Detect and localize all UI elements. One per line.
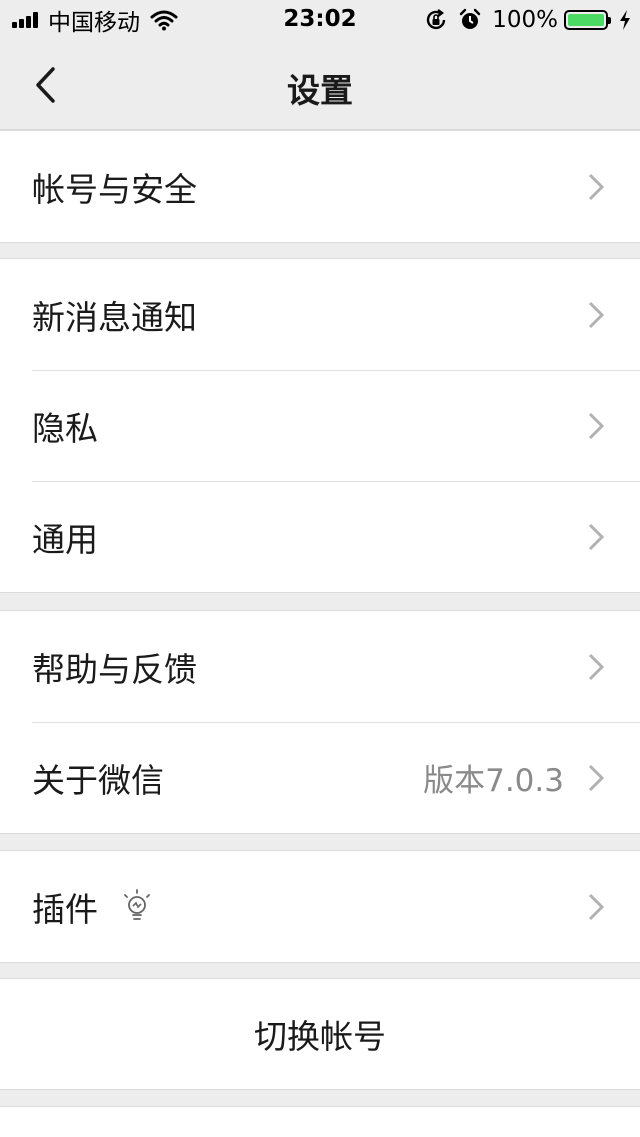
settings-item-label: 插件: [32, 889, 98, 929]
settings-item-privacy[interactable]: 隐私: [0, 370, 640, 481]
status-bar: 中国移动 23:02 100%: [0, 0, 640, 40]
status-right: 100%: [424, 6, 632, 34]
battery-percentage: 100%: [492, 7, 558, 33]
account-group: 帐号与安全: [0, 130, 640, 243]
page-title: 设置: [287, 71, 353, 110]
help-about-group: 帮助与反馈 关于微信 版本7.0.3: [0, 610, 640, 834]
charging-icon: [620, 10, 630, 30]
chevron-right-icon: [588, 653, 605, 681]
chevron-right-icon: [588, 893, 605, 921]
settings-item-label: 通用: [32, 519, 98, 559]
general-settings-group: 新消息通知 隐私 通用: [0, 258, 640, 593]
settings-item-help-feedback[interactable]: 帮助与反馈: [0, 611, 640, 722]
navigation-bar: 设置: [0, 40, 640, 130]
alarm-icon: [460, 8, 481, 29]
settings-item-label: 帮助与反馈: [32, 649, 197, 689]
settings-item-label: 关于微信: [32, 760, 164, 800]
settings-item-label: 隐私: [32, 408, 98, 448]
settings-item-notifications[interactable]: 新消息通知: [0, 259, 640, 370]
settings-item-plugins[interactable]: 插件: [0, 851, 640, 962]
chevron-right-icon: [588, 301, 605, 329]
settings-item-about-wechat[interactable]: 关于微信 版本7.0.3: [0, 722, 640, 833]
switch-account-button[interactable]: 切换帐号: [0, 979, 640, 1089]
chevron-right-icon: [588, 764, 605, 792]
switch-account-group: 切换帐号: [0, 978, 640, 1090]
lightbulb-icon: [124, 889, 150, 920]
rotation-lock-icon: [427, 9, 446, 30]
chevron-right-icon: [588, 173, 605, 201]
chevron-right-icon: [588, 412, 605, 440]
settings-item-general[interactable]: 通用: [0, 481, 640, 592]
chevron-right-icon: [588, 523, 605, 551]
settings-item-label: 新消息通知: [32, 297, 197, 337]
settings-item-label: 帐号与安全: [32, 169, 197, 209]
settings-item-account-security[interactable]: 帐号与安全: [0, 131, 640, 242]
bottom-group-edge: [0, 1106, 640, 1137]
plugins-group: 插件: [0, 850, 640, 963]
battery-icon: [564, 10, 611, 30]
version-value: 版本7.0.3: [423, 763, 564, 799]
